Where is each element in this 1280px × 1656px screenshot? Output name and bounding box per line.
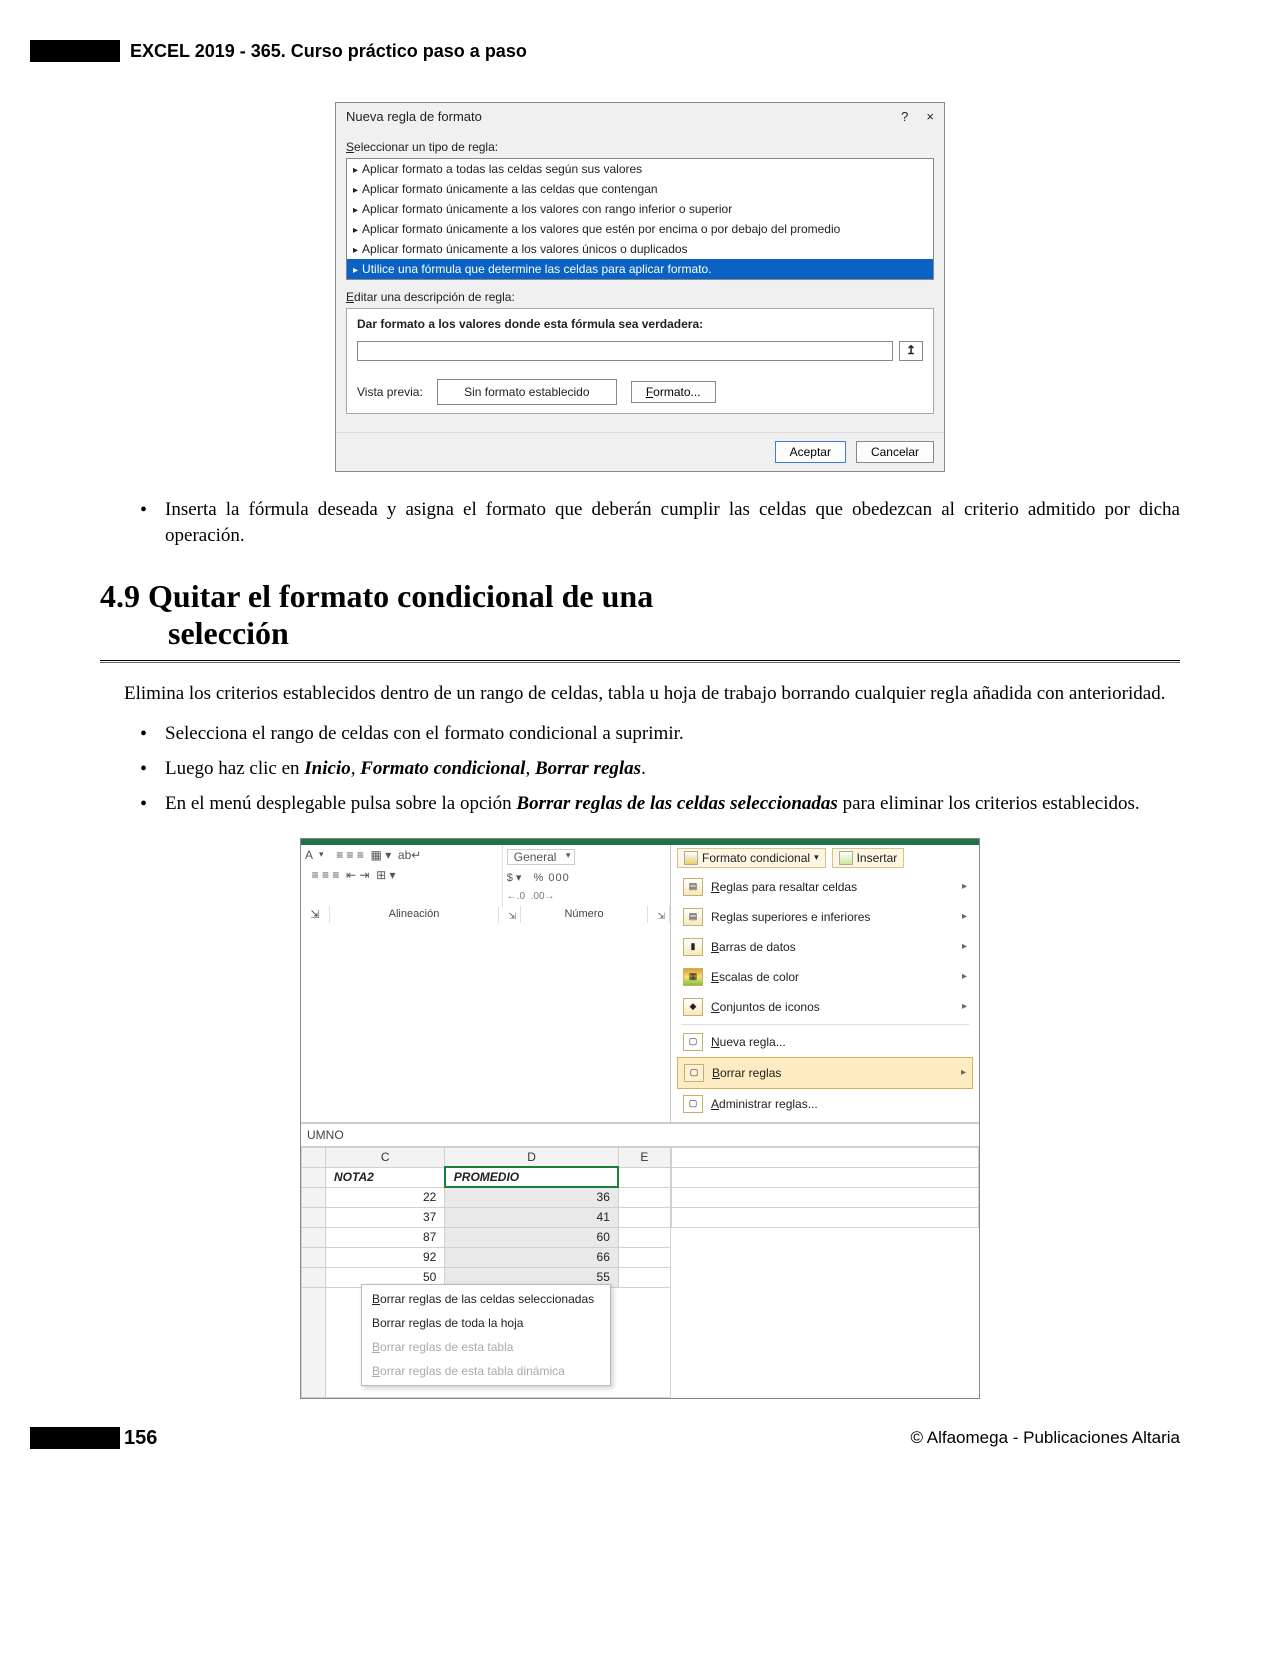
rule-option[interactable]: Aplicar formato únicamente a los valores… <box>347 199 933 219</box>
conditional-formatting-menu: ▤Reglas para resaltar celdas▸ ▤Reglas su… <box>677 872 973 1119</box>
menu-data-bars[interactable]: ▮Barras de datos▸ <box>677 932 973 962</box>
rule-option[interactable]: Aplicar formato únicamente a las celdas … <box>347 179 933 199</box>
insert-button[interactable]: Insertar <box>832 848 905 868</box>
excel-screenshot: A▾ ≡ ≡ ≡ ▦ ▾ ab↵ ≡ ≡ ≡ ⇤ ⇥ ⊞ ▾ General $… <box>300 838 980 1399</box>
submenu-clear-entire-sheet[interactable]: Borrar reglas de toda la hoja <box>362 1311 610 1335</box>
bullet-text: En el menú desplegable pulsa sobre la op… <box>165 791 1180 818</box>
cancel-button[interactable]: Cancelar <box>856 441 934 463</box>
conditional-formatting-button[interactable]: Formato condicional ▾ <box>677 848 826 868</box>
rule-type-list[interactable]: Aplicar formato a todas las celdas según… <box>346 158 934 280</box>
copyright: © Alfaomega - Publicaciones Altaria <box>910 1428 1180 1448</box>
dialog-title: Nueva regla de formato <box>346 109 482 124</box>
number-icons[interactable]: $ ▾ % 000 <box>503 869 670 888</box>
menu-color-scales[interactable]: ▦Escalas de color▸ <box>677 962 973 992</box>
formula-bar[interactable]: UMNO <box>301 1123 979 1147</box>
paragraph: Elimina los criterios establecidos dentr… <box>100 681 1180 707</box>
section-rule <box>100 660 1180 663</box>
alignment-icons[interactable]: A▾ ≡ ≡ ≡ ▦ ▾ ab↵ <box>301 845 502 865</box>
new-format-rule-dialog: Nueva regla de formato ? × Seleccionar u… <box>335 102 945 472</box>
formula-caption: Dar formato a los valores donde esta fór… <box>357 317 923 331</box>
section-heading: 4.9 Quitar el formato condicional de una… <box>100 578 1180 652</box>
rule-option[interactable]: Aplicar formato únicamente a los valores… <box>347 239 933 259</box>
bullet-list-2: Selecciona el rango de celdas con el for… <box>140 721 1180 818</box>
preview-box: Sin formato establecido <box>437 379 617 405</box>
menu-manage-rules[interactable]: ▢Administrar reglas... <box>677 1089 973 1119</box>
menu-clear-rules[interactable]: ▢Borrar reglas▸ <box>677 1057 973 1089</box>
format-button[interactable]: Formato... <box>631 381 716 403</box>
rule-option[interactable]: Aplicar formato a todas las celdas según… <box>347 159 933 179</box>
number-format-dropdown[interactable]: General <box>507 849 576 865</box>
accept-button[interactable]: Aceptar <box>775 441 846 463</box>
decimal-icons[interactable]: ←.0 .00→ <box>503 888 670 906</box>
footer: 156 © Alfaomega - Publicaciones Altaria <box>100 1427 1180 1450</box>
bullet-text: Luego haz clic en Inicio, Formato condic… <box>165 756 1180 783</box>
bullet-text: Inserta la fórmula deseada y asigna el f… <box>165 497 1180 548</box>
bullet-list-1: Inserta la fórmula deseada y asigna el f… <box>140 497 1180 548</box>
worksheet: C D E NOTA2 PROMEDIO 2236 3741 8760 9266… <box>301 1147 979 1398</box>
header-block <box>30 40 120 62</box>
menu-icon-sets[interactable]: ◆Conjuntos de iconos▸ <box>677 992 973 1022</box>
select-rule-type-label: Seleccionar un tipo de regla: <box>346 140 934 154</box>
group-alignment: Alineación <box>330 906 499 923</box>
menu-new-rule[interactable]: ▢Nueva regla... <box>677 1027 973 1057</box>
submenu-clear-this-pivot: Borrar reglas de esta tabla dinámica <box>362 1359 610 1383</box>
header-title: EXCEL 2019 - 365. Curso práctico paso a … <box>130 41 527 62</box>
insert-icon <box>839 851 853 865</box>
footer-block <box>30 1427 120 1449</box>
submenu-clear-this-table: Borrar reglas de esta tabla <box>362 1335 610 1359</box>
range-picker-icon[interactable]: ↥ <box>899 341 923 361</box>
clear-rules-submenu: Borrar reglas de las celdas seleccionada… <box>361 1284 611 1386</box>
submenu-clear-selected-cells[interactable]: Borrar reglas de las celdas seleccionada… <box>362 1287 610 1311</box>
close-icon[interactable]: × <box>926 109 934 124</box>
rule-option[interactable]: Aplicar formato únicamente a los valores… <box>347 219 933 239</box>
group-number: Número <box>521 906 648 923</box>
menu-highlight-rules[interactable]: ▤Reglas para resaltar celdas▸ <box>677 872 973 902</box>
page-number: 156 <box>124 1427 157 1450</box>
help-icon[interactable]: ? <box>901 109 908 124</box>
rule-option-selected[interactable]: Utilice una fórmula que determine las ce… <box>347 259 933 279</box>
header: EXCEL 2019 - 365. Curso práctico paso a … <box>100 40 1180 62</box>
alignment-icons-2[interactable]: ≡ ≡ ≡ ⇤ ⇥ ⊞ ▾ <box>301 865 502 885</box>
rule-description-box: Dar formato a los valores donde esta fór… <box>346 308 934 414</box>
edit-rule-desc-label: Editar una descripción de regla: <box>346 290 934 304</box>
menu-top-bottom-rules[interactable]: ▤Reglas superiores e inferiores▸ <box>677 902 973 932</box>
conditional-formatting-icon <box>684 851 698 865</box>
ribbon: A▾ ≡ ≡ ≡ ▦ ▾ ab↵ ≡ ≡ ≡ ⇤ ⇥ ⊞ ▾ General $… <box>301 845 979 1123</box>
bullet-text: Selecciona el rango de celdas con el for… <box>165 721 1180 748</box>
preview-label: Vista previa: <box>357 385 423 399</box>
formula-input[interactable] <box>357 341 893 361</box>
